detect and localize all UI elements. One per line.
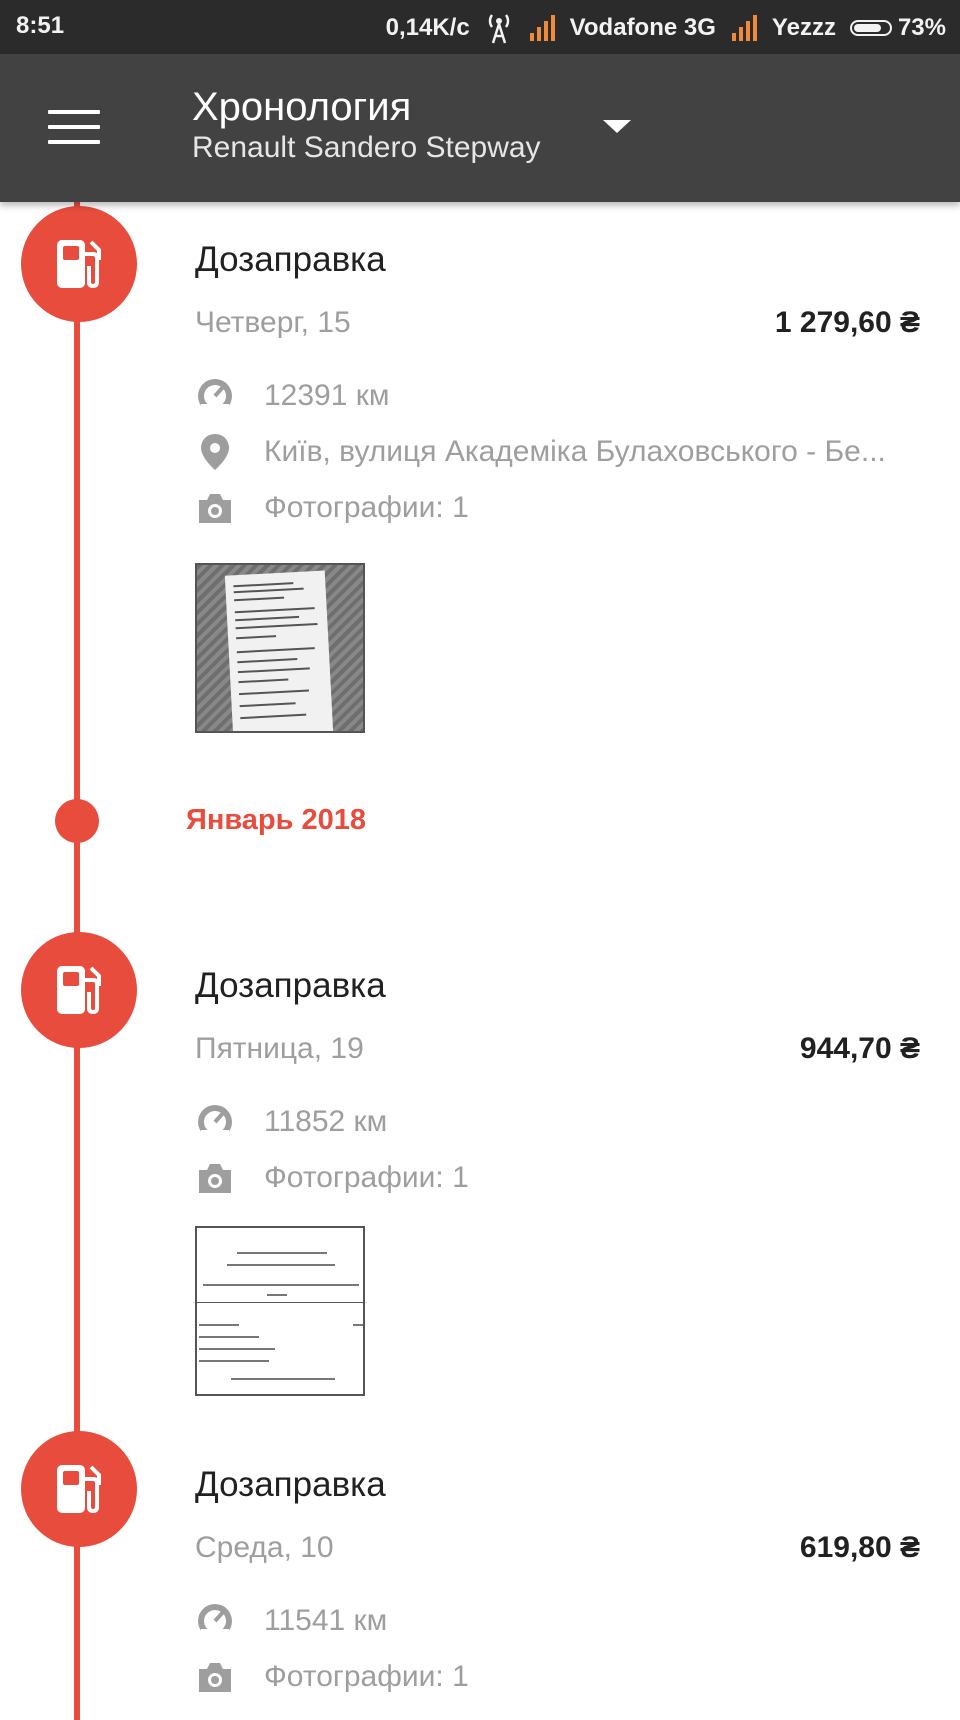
camera-icon — [199, 1164, 231, 1193]
odometer-row: 11541 км — [195, 1593, 920, 1649]
timeline-event[interactable]: Дозаправка Четверг, 15 1 279,60 ₴ 12391 … — [195, 240, 920, 733]
receipt-photo[interactable] — [195, 563, 365, 733]
receipt-paper — [224, 570, 334, 731]
battery-level: 73% — [897, 14, 946, 41]
vehicle-name: Renault Sandero Stepway — [192, 131, 541, 164]
timeline-event[interactable]: Дозаправка Среда, 10 619,80 ₴ 11541 км Ф… — [195, 1465, 920, 1705]
photos-count: Фотографии: 1 — [264, 491, 469, 524]
camera-icon — [199, 1663, 231, 1692]
fuel-pump-icon — [57, 240, 101, 289]
speedometer-icon — [198, 1105, 232, 1142]
fuel-node — [21, 206, 137, 322]
status-time: 8:51 — [16, 12, 65, 39]
odometer-row: 11852 км — [195, 1094, 920, 1150]
event-amount: 944,70 ₴ — [799, 1032, 920, 1065]
month-label: Январь 2018 — [186, 804, 367, 836]
battery-icon — [849, 20, 892, 36]
page-title: Хронология — [192, 85, 412, 129]
status-bar: 8:51 0,14K/c Vodafone 3G Yezzz 73% — [0, 0, 960, 54]
event-date: Среда, 10 — [195, 1531, 334, 1564]
photos-row: Фотографии: 1 — [195, 480, 920, 536]
app-toolbar: Хронология Renault Sandero Stepway — [0, 54, 960, 202]
carrier-2: Yezzz — [771, 14, 836, 41]
speedometer-icon — [198, 1604, 232, 1641]
speedometer-icon — [198, 379, 232, 416]
event-summary: Пятница, 19 944,70 ₴ — [195, 1032, 920, 1072]
month-dot — [55, 799, 99, 843]
carrier-1: Vodafone 3G — [569, 14, 716, 41]
event-date: Четверг, 15 — [195, 306, 351, 339]
event-title: Дозаправка — [195, 1465, 386, 1504]
odometer-value: 11852 км — [264, 1105, 388, 1138]
odometer-row: 12391 км — [195, 368, 920, 424]
photos-count: Фотографии: 1 — [264, 1161, 469, 1194]
photos-count: Фотографии: 1 — [264, 1660, 469, 1693]
toolbar-titles[interactable]: Хронология Renault Sandero Stepway — [192, 84, 541, 166]
receipt-photo[interactable] — [195, 1226, 365, 1396]
event-summary: Среда, 10 619,80 ₴ — [195, 1531, 920, 1571]
fuel-pump-icon — [57, 966, 101, 1015]
photos-row: Фотографии: 1 — [195, 1649, 920, 1705]
timeline-event[interactable]: Дозаправка Пятница, 19 944,70 ₴ 11852 км… — [195, 966, 920, 1396]
camera-icon — [199, 494, 231, 523]
signal-icon — [529, 15, 555, 41]
signal-icon — [731, 15, 757, 41]
dropdown-icon[interactable] — [603, 120, 631, 133]
status-right: 0,14K/c Vodafone 3G Yezzz 73% — [386, 12, 946, 44]
fuel-node — [21, 932, 137, 1048]
odometer-value: 12391 км — [264, 379, 390, 412]
event-title: Дозаправка — [195, 966, 386, 1005]
odometer-value: 11541 км — [264, 1604, 388, 1637]
location-value: Київ, вулиця Академіка Булаховського - Б… — [264, 435, 886, 468]
photos-row: Фотографии: 1 — [195, 1150, 920, 1206]
event-amount: 1 279,60 ₴ — [774, 306, 920, 339]
wifi-tower-icon — [488, 14, 509, 44]
event-amount: 619,80 ₴ — [799, 1531, 920, 1564]
network-speed: 0,14K/c — [385, 14, 470, 41]
fuel-pump-icon — [57, 1465, 101, 1514]
event-summary: Четверг, 15 1 279,60 ₴ — [195, 306, 920, 346]
battery: 73% — [849, 14, 946, 42]
location-row: Київ, вулиця Академіка Булаховського - Б… — [195, 424, 920, 480]
event-title: Дозаправка — [195, 240, 386, 279]
fuel-node — [21, 1431, 137, 1547]
event-date: Пятница, 19 — [195, 1032, 364, 1065]
location-pin-icon — [201, 434, 229, 470]
menu-icon[interactable] — [48, 110, 100, 144]
